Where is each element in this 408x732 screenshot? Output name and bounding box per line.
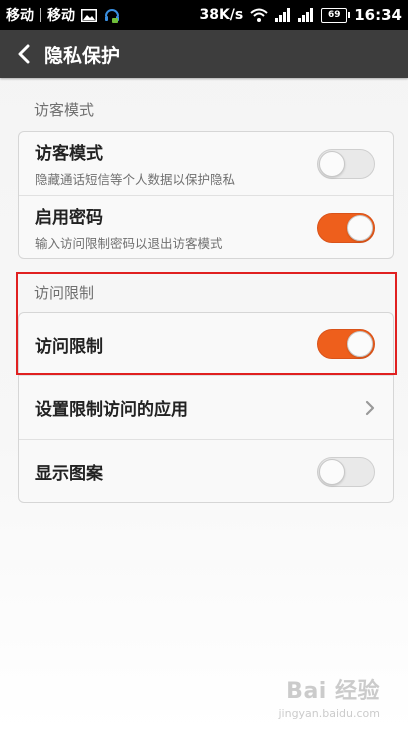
guest-mode-title: 访客模式 xyxy=(35,144,103,164)
toggle-knob xyxy=(347,214,373,241)
access-restriction-toggle[interactable] xyxy=(317,329,375,359)
chevron-right-icon xyxy=(365,400,375,416)
carrier-2: 移动 xyxy=(47,8,75,24)
baidu-jingyan-watermark: Bai 经验 jingyan.baidu.com xyxy=(278,673,380,720)
list-item-restricted-apps[interactable]: 设置限制访问的应用 xyxy=(19,376,393,440)
toggle-knob xyxy=(319,150,345,177)
section-header-guest-mode: 访客模式 xyxy=(34,101,95,119)
section-header-access-restriction: 访问限制 xyxy=(34,284,95,302)
access-restriction-title: 访问限制 xyxy=(35,336,103,357)
enable-password-title: 启用密码 xyxy=(35,208,103,228)
guest-mode-card: 访客模式 隐藏通话短信等个人数据以保护隐私 启用密码 输入访问限制密码以退出访客… xyxy=(18,131,394,259)
watermark-url: jingyan.baidu.com xyxy=(278,707,380,720)
show-pattern-title: 显示图案 xyxy=(35,464,103,484)
toggle-knob xyxy=(347,331,373,357)
headset-notification-icon xyxy=(103,6,121,24)
enable-password-subtitle: 输入访问限制密码以退出访客模式 xyxy=(35,236,223,251)
title-bar: 隐私保护 xyxy=(0,30,408,78)
clock: 16:34 xyxy=(354,6,402,24)
signal-icon-1 xyxy=(275,8,291,22)
guest-mode-subtitle: 隐藏通话短信等个人数据以保护隐私 xyxy=(35,172,236,187)
carrier-1: 移动 xyxy=(6,8,34,24)
list-item-guest-mode[interactable]: 访客模式 隐藏通话短信等个人数据以保护隐私 xyxy=(19,132,393,196)
toggle-knob xyxy=(319,458,345,485)
restricted-apps-title: 设置限制访问的应用 xyxy=(35,400,188,420)
enable-password-toggle[interactable] xyxy=(317,212,375,243)
watermark-logo-text: Bai 经验 xyxy=(286,679,380,704)
list-item-enable-password[interactable]: 启用密码 输入访问限制密码以退出访客模式 xyxy=(19,196,393,258)
guest-mode-toggle[interactable] xyxy=(317,148,375,179)
show-pattern-toggle[interactable] xyxy=(317,456,375,487)
wifi-icon xyxy=(250,8,268,22)
list-item-show-pattern[interactable]: 显示图案 xyxy=(19,440,393,502)
page-title: 隐私保护 xyxy=(44,44,121,67)
status-bar: 移动 移动 38K/s 69 16:34 xyxy=(0,0,408,30)
gallery-icon xyxy=(81,8,97,22)
carrier-divider xyxy=(40,8,41,22)
access-restriction-card: 访问限制 设置限制访问的应用 显示图案 xyxy=(18,312,394,503)
battery-icon: 69 xyxy=(321,7,351,23)
chevron-left-icon xyxy=(18,44,30,64)
back-button[interactable] xyxy=(6,30,42,78)
signal-icon-2 xyxy=(298,8,314,22)
list-item-access-restriction[interactable]: 访问限制 xyxy=(19,313,393,376)
network-speed: 38K/s xyxy=(199,7,244,23)
